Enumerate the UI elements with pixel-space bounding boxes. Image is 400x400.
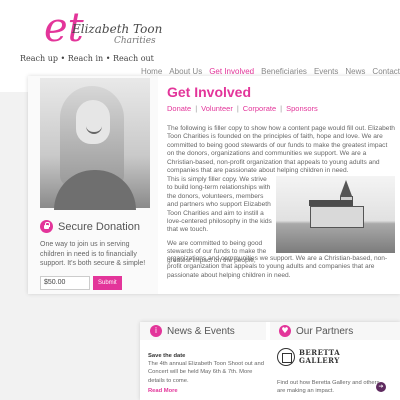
split-paragraphs: This is simply filler copy. We strive to… (167, 176, 272, 265)
logo-name: Elizabeth Toon (72, 22, 163, 36)
sub-link-corporate[interactable]: Corporate (243, 104, 276, 113)
news-events-title: News & Events (167, 325, 235, 337)
secure-donation-header: Secure Donation (40, 220, 140, 233)
news-events-header: i News & Events (140, 322, 266, 340)
secure-donation-desc: One way to join us in serving children i… (40, 241, 146, 267)
page-title: Get Involved (167, 84, 252, 100)
sub-link-sponsors[interactable]: Sponsors (286, 104, 318, 113)
nav-news[interactable]: News (345, 67, 365, 76)
partner-logo-text: BERETTA GALLERY (299, 349, 340, 365)
tagline: Reach up • Reach in • Reach out (20, 54, 154, 63)
news-item: Save the date The 4th annual Elizabeth T… (148, 352, 266, 395)
heart-icon: ♥ (279, 325, 291, 337)
church-photo (276, 176, 395, 253)
portrait-face (76, 100, 110, 144)
portrait-photo (40, 78, 150, 210)
sub-nav: Donate | Volunteer | Corporate | Sponsor… (167, 104, 395, 113)
sub-link-volunteer[interactable]: Volunteer (201, 104, 233, 113)
info-icon: i (150, 325, 162, 337)
partners-title: Our Partners (296, 325, 354, 337)
news-item-text: The 4th annual Elizabeth Toon Shoot out … (148, 361, 264, 384)
nav-get-involved[interactable]: Get Involved (209, 67, 254, 76)
nav-home[interactable]: Home (141, 67, 162, 76)
logo-sub: Charities (114, 36, 156, 46)
nav-beneficiaries[interactable]: Beneficiaries (261, 67, 307, 76)
paragraph-tail: organizations and communities we support… (167, 255, 388, 279)
sub-link-donate[interactable]: Donate (167, 104, 191, 113)
donation-submit-button[interactable]: Submit (93, 276, 122, 290)
beretta-emblem-icon (277, 348, 295, 366)
main-nav: Home About Us Get Involved Beneficiaries… (141, 67, 400, 76)
church-nave (310, 206, 364, 228)
secure-donation-title: Secure Donation (58, 220, 140, 233)
sub-link-separator: | (280, 104, 283, 113)
partner-desc: Find out how Beretta Gallery and others … (277, 380, 380, 394)
donation-amount-input[interactable]: $50.00 (40, 276, 90, 290)
nav-events[interactable]: Events (314, 67, 338, 76)
paragraph-filler: This is simply filler copy. We strive to… (167, 176, 272, 234)
arrow-right-icon[interactable]: ➔ (376, 382, 386, 392)
nav-contact[interactable]: Contact (372, 67, 400, 76)
sub-link-separator: | (236, 104, 239, 113)
intro-paragraph: The following is filler copy to show how… (167, 125, 395, 175)
donation-form: $50.00 Submit (40, 276, 122, 290)
main-content: Get Involved Donate | Volunteer | Corpor… (167, 84, 395, 175)
news-item-title: Save the date (148, 353, 186, 359)
partner-logo-beretta[interactable]: BERETTA GALLERY (277, 348, 340, 366)
partners-header: ♥ Our Partners (270, 322, 400, 340)
partner-logo-line2: GALLERY (299, 356, 340, 365)
nav-about[interactable]: About Us (169, 67, 202, 76)
church-spire (340, 180, 352, 196)
read-more-link[interactable]: Read More (148, 387, 266, 395)
lock-icon (40, 220, 53, 233)
sub-link-separator: | (195, 104, 198, 113)
